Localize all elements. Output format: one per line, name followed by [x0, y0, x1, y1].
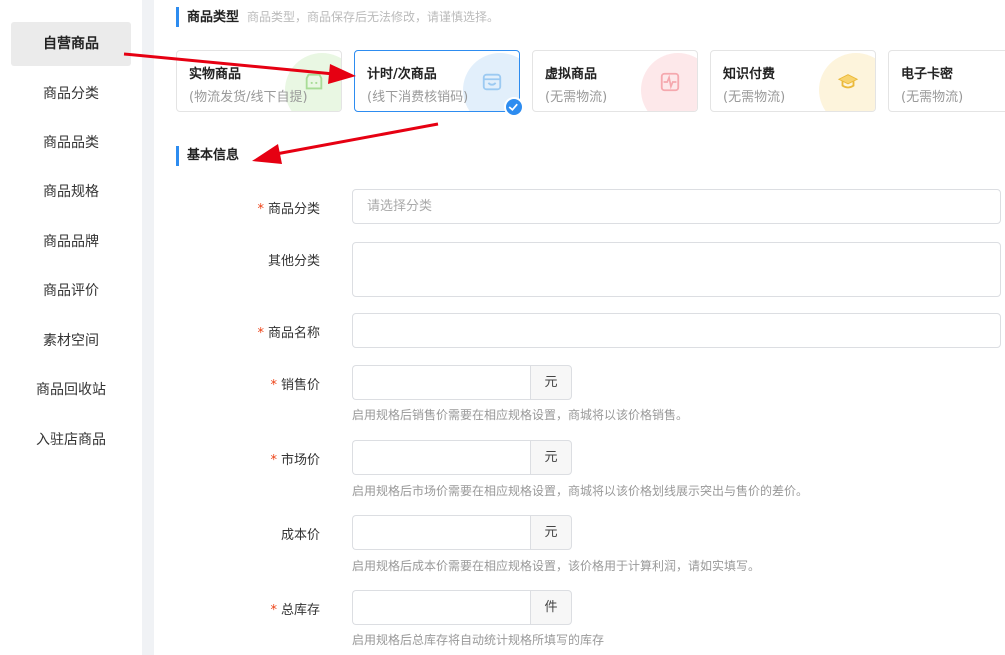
sidebar-item-categories[interactable]: 商品分类 [11, 72, 131, 116]
type-card-physical[interactable]: 实物商品 (物流发货/线下自提) [176, 50, 342, 112]
market-price-hint: 启用规格后市场价需要在相应规格设置，商城将以该价格划线展示突出与售价的差价。 [352, 484, 809, 498]
product-type-title: 商品类型 [187, 10, 240, 25]
product-type-hint: 商品类型，商品保存后无法修改，请谨慎选择。 [247, 10, 500, 24]
cost-price-unit: 元 [530, 515, 572, 550]
bag-icon [482, 73, 502, 91]
card-subtitle: (无需物流) [901, 90, 964, 105]
sidebar-item-self-products[interactable]: 自营商品 [11, 22, 131, 66]
type-card-knowledge[interactable]: 知识付费 (无需物流) [710, 50, 876, 112]
cost-price-input[interactable] [352, 515, 531, 550]
required-mark: * [270, 603, 277, 618]
section-title-basic-info: 基本信息 [176, 146, 239, 166]
sale-price-input[interactable] [352, 365, 531, 400]
sidebar-item-brands[interactable]: 商品品牌 [11, 220, 131, 264]
card-title: 实物商品 [189, 67, 242, 82]
type-card-virtual[interactable]: 虚拟商品 (无需物流) [532, 50, 698, 112]
stock-hint: 启用规格后总库存将自动统计规格所填写的库存 [352, 633, 605, 647]
product-name-input[interactable] [352, 313, 1001, 348]
stock-input[interactable] [352, 590, 531, 625]
section-title-product-type: 商品类型 商品类型，商品保存后无法修改，请谨慎选择。 [176, 7, 499, 27]
card-subtitle: (线下消费核销码) [367, 90, 469, 105]
stock-label: * 总库存 [270, 603, 320, 618]
graduation-cap-icon [837, 74, 859, 89]
card-subtitle: (无需物流) [545, 90, 608, 105]
basic-info-title: 基本信息 [187, 148, 240, 163]
cost-price-hint: 启用规格后成本价需要在相应规格设置，该价格用于计算利润，请如实填写。 [352, 559, 761, 573]
card-title: 计时/次商品 [367, 67, 437, 82]
required-mark: * [257, 202, 264, 217]
card-subtitle: (无需物流) [723, 90, 786, 105]
type-card-e-card[interactable]: 电子卡密 (无需物流) [888, 50, 1005, 112]
category-label: * 商品分类 [257, 202, 320, 217]
market-price-unit: 元 [530, 440, 572, 475]
card-title: 虚拟商品 [545, 67, 598, 82]
stock-unit: 件 [530, 590, 572, 625]
card-title: 电子卡密 [901, 67, 954, 82]
required-mark: * [270, 378, 277, 393]
arrow-to-basic-info [275, 122, 439, 156]
cost-price-label: 成本价 [280, 528, 320, 543]
pulse-icon [660, 72, 680, 92]
card-subtitle: (物流发货/线下自提) [189, 90, 308, 105]
required-mark: * [270, 453, 277, 468]
sidebar-item-media[interactable]: 素材空间 [11, 319, 131, 363]
market-price-label: * 市场价 [270, 453, 320, 468]
sidebar-item-recycle-bin[interactable]: 商品回收站 [11, 368, 131, 412]
card-title: 知识付费 [723, 67, 776, 82]
category-select[interactable]: 请选择分类 [352, 189, 1001, 224]
sidebar-item-product-types[interactable]: 商品品类 [11, 121, 131, 165]
market-price-input[interactable] [352, 440, 531, 475]
arrowhead-icon [252, 144, 282, 164]
required-mark: * [257, 326, 264, 341]
selected-check-icon [504, 97, 524, 117]
sidebar-item-merchant-products[interactable]: 入驻店商品 [11, 418, 131, 462]
sale-price-hint: 启用规格后销售价需要在相应规格设置，商城将以该价格销售。 [352, 408, 689, 422]
type-card-timed[interactable]: 计时/次商品 (线下消费核销码) [354, 50, 520, 112]
sidebar-divider [142, 0, 154, 655]
sidebar-item-reviews[interactable]: 商品评价 [11, 269, 131, 313]
product-edit-page: 自营商品 商品分类 商品品类 商品规格 商品品牌 商品评价 素材空间 商品回收站… [0, 0, 1005, 655]
other-category-field[interactable] [352, 242, 1001, 297]
other-category-label: 其他分类 [267, 254, 320, 269]
sale-price-unit: 元 [530, 365, 572, 400]
sidebar: 自营商品 商品分类 商品品类 商品规格 商品品牌 商品评价 素材空间 商品回收站… [0, 0, 142, 655]
product-name-label: * 商品名称 [257, 326, 320, 341]
sale-price-label: * 销售价 [270, 378, 320, 393]
sidebar-item-specs[interactable]: 商品规格 [11, 170, 131, 214]
